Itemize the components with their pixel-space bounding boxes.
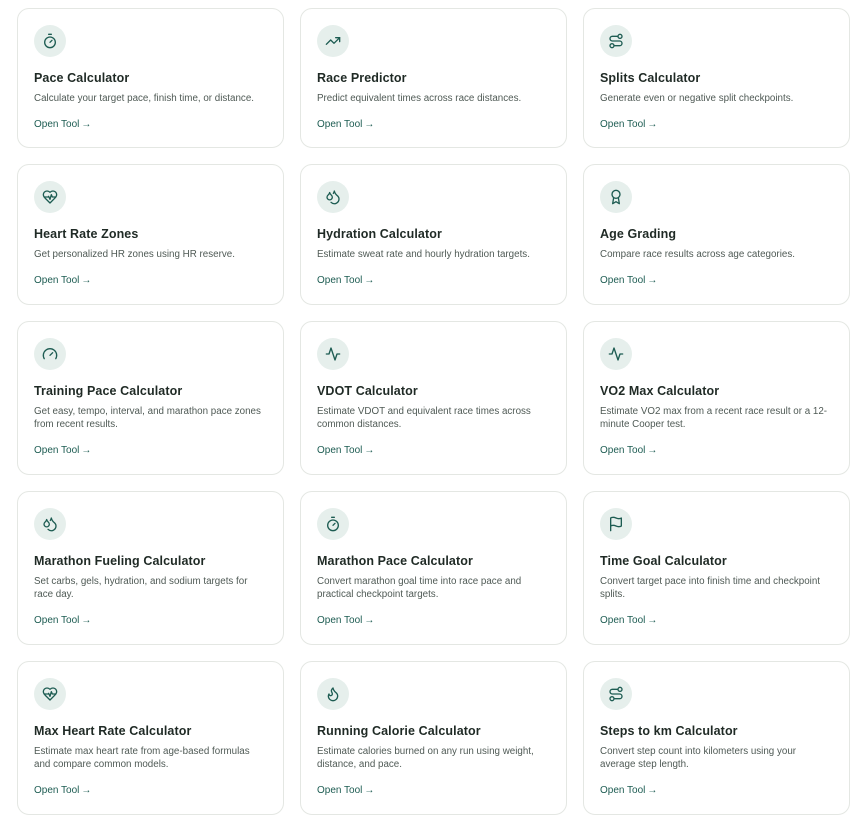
tool-card[interactable]: VDOT Calculator Estimate VDOT and equiva… xyxy=(300,321,567,475)
card-description: Estimate sweat rate and hourly hydration… xyxy=(317,249,530,260)
card-title: Age Grading xyxy=(600,227,677,241)
card-description: Predict equivalent times across race dis… xyxy=(317,93,522,104)
tools-grid: Pace Calculator Calculate your target pa… xyxy=(0,0,866,819)
droplets-icon xyxy=(317,181,349,213)
card-description: Get personalized HR zones using HR reser… xyxy=(34,249,235,260)
arrow-right-icon: → xyxy=(81,445,92,456)
stopwatch-icon xyxy=(317,508,349,540)
activity-icon xyxy=(317,338,349,370)
card-description: Convert target pace into finish time and… xyxy=(600,576,821,600)
arrow-right-icon: → xyxy=(647,445,658,456)
card-title: Hydration Calculator xyxy=(317,227,442,241)
open-tool-link[interactable]: Open Tool → xyxy=(34,784,91,797)
card-description: Estimate VO2 max from a recent race resu… xyxy=(600,406,828,430)
arrow-right-icon: → xyxy=(81,275,92,286)
card-title: Time Goal Calculator xyxy=(600,554,727,568)
card-title: Pace Calculator xyxy=(34,71,130,85)
tool-card[interactable]: Marathon Fueling Calculator Set carbs, g… xyxy=(17,491,284,645)
award-icon xyxy=(600,181,632,213)
tool-card[interactable]: Training Pace Calculator Get easy, tempo… xyxy=(17,321,284,475)
open-tool-link[interactable]: Open Tool → xyxy=(600,118,657,131)
tool-card[interactable]: Marathon Pace Calculator Convert maratho… xyxy=(300,491,567,645)
open-tool-link[interactable]: Open Tool → xyxy=(34,274,91,287)
open-tool-link[interactable]: Open Tool → xyxy=(34,118,91,131)
tool-card[interactable]: Time Goal Calculator Convert target pace… xyxy=(583,491,850,645)
tool-card[interactable]: Running Calorie Calculator Estimate calo… xyxy=(300,661,567,815)
open-tool-link[interactable]: Open Tool → xyxy=(600,274,657,287)
flag-icon xyxy=(600,508,632,540)
tool-card[interactable]: Race Predictor Predict equivalent times … xyxy=(300,8,567,148)
open-tool-link[interactable]: Open Tool → xyxy=(600,784,657,797)
arrow-right-icon: → xyxy=(364,785,375,796)
arrow-right-icon: → xyxy=(81,615,92,626)
activity-icon xyxy=(600,338,632,370)
open-tool-link[interactable]: Open Tool → xyxy=(600,444,657,457)
card-title: Race Predictor xyxy=(317,71,407,85)
tool-card[interactable]: VO2 Max Calculator Estimate VO2 max from… xyxy=(583,321,850,475)
card-description: Calculate your target pace, finish time,… xyxy=(34,93,254,104)
card-description: Generate even or negative split checkpoi… xyxy=(600,93,794,104)
card-title: Marathon Pace Calculator xyxy=(317,554,473,568)
open-tool-link[interactable]: Open Tool → xyxy=(600,614,657,627)
arrow-right-icon: → xyxy=(364,119,375,130)
trending-up-icon xyxy=(317,25,349,57)
open-tool-link[interactable]: Open Tool → xyxy=(34,614,91,627)
card-description: Estimate max heart rate from age-based f… xyxy=(34,746,250,770)
tool-card[interactable]: Pace Calculator Calculate your target pa… xyxy=(17,8,284,148)
gauge-icon xyxy=(34,338,66,370)
arrow-right-icon: → xyxy=(647,615,658,626)
card-title: Running Calorie Calculator xyxy=(317,724,481,738)
card-title: VDOT Calculator xyxy=(317,384,418,398)
flame-icon xyxy=(317,678,349,710)
card-title: Training Pace Calculator xyxy=(34,384,183,398)
arrow-right-icon: → xyxy=(81,785,92,796)
arrow-right-icon: → xyxy=(364,445,375,456)
droplets-icon xyxy=(34,508,66,540)
card-title: Max Heart Rate Calculator xyxy=(34,724,192,738)
card-description: Estimate calories burned on any run usin… xyxy=(317,746,534,770)
open-tool-link[interactable]: Open Tool → xyxy=(317,118,374,131)
heart-pulse-icon xyxy=(34,181,66,213)
tool-card[interactable]: Hydration Calculator Estimate sweat rate… xyxy=(300,164,567,305)
tool-card[interactable]: Steps to km Calculator Convert step coun… xyxy=(583,661,850,815)
tool-card[interactable]: Splits Calculator Generate even or negat… xyxy=(583,8,850,148)
open-tool-link[interactable]: Open Tool → xyxy=(317,444,374,457)
arrow-right-icon: → xyxy=(647,785,658,796)
card-title: Heart Rate Zones xyxy=(34,227,139,241)
route-icon xyxy=(600,678,632,710)
tool-card[interactable]: Max Heart Rate Calculator Estimate max h… xyxy=(17,661,284,815)
arrow-right-icon: → xyxy=(647,275,658,286)
open-tool-link[interactable]: Open Tool → xyxy=(34,444,91,457)
stopwatch-icon xyxy=(34,25,66,57)
route-icon xyxy=(600,25,632,57)
tool-card[interactable]: Heart Rate Zones Get personalized HR zon… xyxy=(17,164,284,305)
open-tool-link[interactable]: Open Tool → xyxy=(317,274,374,287)
card-description: Estimate VDOT and equivalent race times … xyxy=(317,406,531,430)
card-title: Marathon Fueling Calculator xyxy=(34,554,206,568)
card-title: Splits Calculator xyxy=(600,71,701,85)
card-description: Set carbs, gels, hydration, and sodium t… xyxy=(34,576,248,600)
card-description: Compare race results across age categori… xyxy=(600,249,795,260)
open-tool-link[interactable]: Open Tool → xyxy=(317,614,374,627)
card-description: Convert marathon goal time into race pac… xyxy=(317,576,522,600)
arrow-right-icon: → xyxy=(364,275,375,286)
tool-card[interactable]: Age Grading Compare race results across … xyxy=(583,164,850,305)
arrow-right-icon: → xyxy=(364,615,375,626)
heart-pulse-icon xyxy=(34,678,66,710)
card-title: VO2 Max Calculator xyxy=(600,384,720,398)
card-title: Steps to km Calculator xyxy=(600,724,738,738)
card-description: Get easy, tempo, interval, and marathon … xyxy=(34,406,261,430)
arrow-right-icon: → xyxy=(647,119,658,130)
arrow-right-icon: → xyxy=(81,119,92,130)
open-tool-link[interactable]: Open Tool → xyxy=(317,784,374,797)
card-description: Convert step count into kilometers using… xyxy=(600,746,797,770)
